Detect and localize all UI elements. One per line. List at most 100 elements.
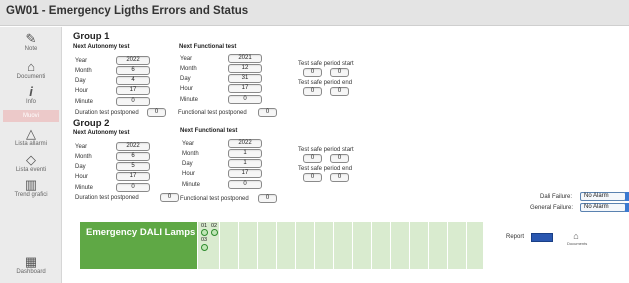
group1-safe-start-field-2[interactable]: 0 (330, 68, 349, 77)
lamp-cell (409, 222, 428, 269)
group1-functional-month-field[interactable]: 12 (228, 64, 262, 73)
sidebar-item-label: Trend grafici (14, 192, 48, 198)
group2-functional-minute-field[interactable]: 0 (228, 180, 262, 189)
group2-autonomy-minute-field[interactable]: 0 (116, 183, 150, 192)
lamp-cell (295, 222, 314, 269)
lamp-status-icon[interactable] (201, 244, 208, 251)
safe-start-label: Test safe period start (298, 147, 354, 153)
sidebar-item-label: Dashboard (16, 269, 46, 275)
lamp-status-icon[interactable] (201, 229, 208, 236)
group1-title: Group 1 (73, 31, 110, 42)
inbox-icon: ⌂ (27, 59, 35, 74)
dali-failure-label: Dali Failure: (540, 194, 573, 200)
sidebar-item-trend-grafici[interactable]: ▥ Trend grafici (3, 177, 59, 199)
group2-autonomy-year-field[interactable]: 2022 (116, 142, 150, 151)
inbox-icon: ⌂ (573, 231, 579, 241)
lamp-cell (333, 222, 352, 269)
dali-lamps-title: Emergency DALI Lamps (86, 227, 196, 238)
sidebar-item-info[interactable]: i Info (3, 84, 59, 106)
group1-autonomy-title: Next Autonomy test (73, 44, 130, 50)
group2-functional-hour-field[interactable]: 17 (228, 169, 262, 178)
chart-icon: ▥ (24, 177, 38, 192)
dali-lamps-panel: Emergency DALI Lamps 01 02 03 (80, 222, 483, 269)
group1-functional-minute-field[interactable]: 0 (228, 95, 262, 104)
lamp-cell (390, 222, 409, 269)
group1-functional-day-field[interactable]: 31 (228, 74, 262, 83)
minute-label: Minute (182, 182, 201, 188)
lamp-cell (314, 222, 333, 269)
general-failure-indicator (625, 203, 629, 212)
functional-postponed-label: Functional test postponed (178, 110, 247, 116)
dali-failure-status: No Alarm (580, 192, 626, 201)
group2-safe-end-field-1[interactable]: 0 (303, 173, 322, 182)
group2-title: Group 2 (73, 118, 110, 129)
lamp-cell (276, 222, 295, 269)
month-label: Month (182, 151, 199, 157)
group2-functional-title: Next Functional test (180, 128, 238, 134)
day-label: Day (182, 161, 193, 167)
minute-label: Minute (75, 185, 94, 191)
eraser-icon: ◇ (26, 152, 36, 167)
sidebar-item-note[interactable]: ✎ Note (3, 32, 59, 53)
lamp-number: 03 (201, 237, 208, 243)
group2-safe-start-field-2[interactable]: 0 (330, 154, 349, 163)
documents-label: Documents (567, 241, 588, 246)
bell-icon: △ (26, 126, 36, 141)
group1-autonomy-minute-field[interactable]: 0 (116, 97, 150, 106)
group1-functional-hour-field[interactable]: 17 (228, 84, 262, 93)
hour-label: Hour (75, 174, 89, 180)
sidebar-item-label: Note (24, 46, 38, 52)
group2-functional-postponed-field[interactable]: 0 (258, 194, 277, 203)
hour-label: Hour (182, 171, 196, 177)
sidebar-item-lista-allarmi[interactable]: △ Lista allarmi (3, 126, 59, 148)
group1-autonomy-month-field[interactable]: 6 (116, 66, 150, 75)
year-label: Year (75, 144, 88, 150)
group1-functional-year-field[interactable]: 2021 (228, 54, 262, 63)
group2-safe-start-field-1[interactable]: 0 (303, 154, 322, 163)
general-failure-status: No Alarm (580, 203, 626, 212)
dali-lamps-header: Emergency DALI Lamps (80, 222, 197, 269)
sidebar-item-documenti[interactable]: ⌂ Documenti (3, 59, 59, 81)
lamp-status-icon[interactable] (211, 229, 218, 236)
safe-start-label: Test safe period start (298, 61, 354, 67)
group1-autonomy-year-field[interactable]: 2022 (116, 56, 150, 65)
lamp-cell (257, 222, 276, 269)
group2-functional-day-field[interactable]: 1 (228, 159, 262, 168)
hour-label: Hour (180, 86, 194, 92)
group1-autonomy-day-field[interactable]: 4 (116, 76, 150, 85)
lamp-cell (428, 222, 447, 269)
group2-autonomy-hour-field[interactable]: 17 (116, 172, 150, 181)
year-label: Year (75, 58, 88, 64)
dashboard-icon: ▦ (24, 254, 38, 269)
documents-button[interactable]: ⌂ Documents (567, 231, 588, 247)
group1-safe-end-field-2[interactable]: 0 (330, 87, 349, 96)
report-button[interactable] (531, 233, 553, 242)
lamp-cell (238, 222, 257, 269)
report-label: Report (506, 234, 525, 240)
sidebar-item-dashboard[interactable]: ▦ Dashboard (3, 254, 59, 276)
month-label: Month (180, 66, 197, 72)
hour-label: Hour (75, 88, 89, 94)
title-bar: GW01 - Emergency Ligths Errors and Statu… (0, 0, 629, 26)
group1-safe-end-field-1[interactable]: 0 (303, 87, 322, 96)
group1-functional-postponed-field[interactable]: 0 (258, 108, 277, 117)
group2-functional-year-field[interactable]: 2022 (228, 139, 262, 148)
sidebar-item-lista-eventi[interactable]: ◇ Lista eventi (3, 152, 59, 174)
group1-functional-title: Next Functional test (179, 44, 237, 50)
sidebar-item-label: Muovi (22, 113, 39, 119)
group1-autonomy-hour-field[interactable]: 17 (116, 86, 150, 95)
group1-duration-postponed-field[interactable]: 0 (147, 108, 166, 117)
window-title: GW01 - Emergency Ligths Errors and Statu… (6, 5, 249, 17)
info-icon: i (29, 84, 33, 99)
general-failure-label: General Failure: (530, 205, 574, 211)
group2-safe-end-field-2[interactable]: 0 (330, 173, 349, 182)
lamp-cell (371, 222, 390, 269)
group2-autonomy-month-field[interactable]: 6 (116, 152, 150, 161)
group2-functional-month-field[interactable]: 1 (228, 149, 262, 158)
dali-failure-indicator (625, 192, 629, 201)
group1-safe-start-field-1[interactable]: 0 (303, 68, 322, 77)
sidebar-item-label: Lista allarmi (14, 141, 47, 147)
group2-autonomy-day-field[interactable]: 5 (116, 162, 150, 171)
group2-duration-postponed-field[interactable]: 0 (160, 193, 179, 202)
sidebar: ✎ Note ⌂ Documenti i Info Muovi △ Lista … (0, 27, 62, 283)
